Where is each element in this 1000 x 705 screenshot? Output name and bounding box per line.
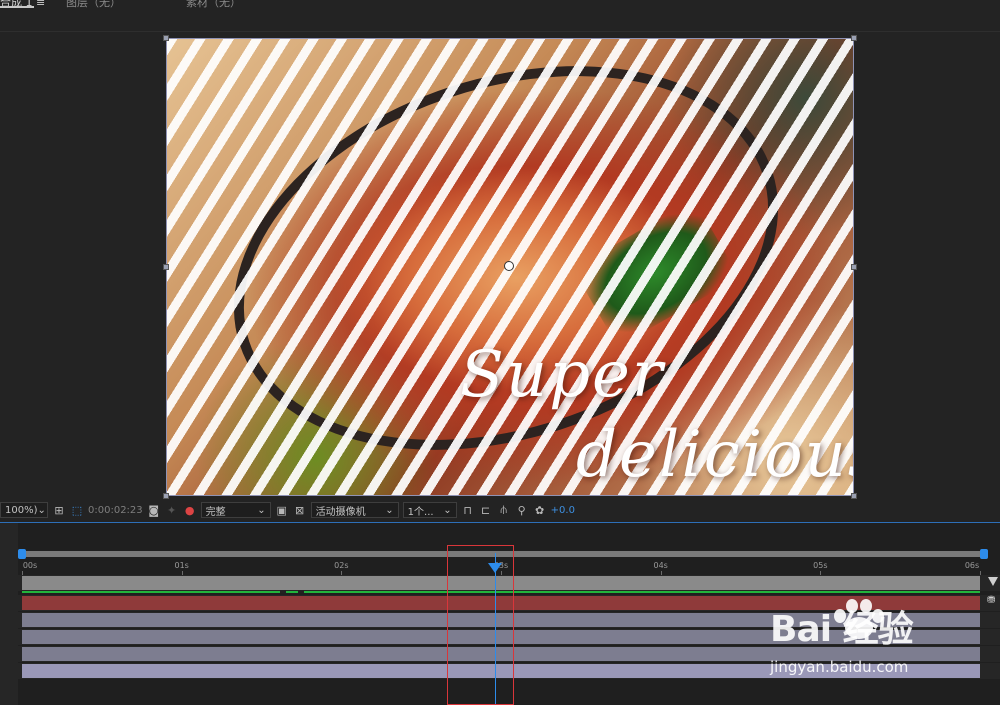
transform-handle-left[interactable] bbox=[163, 264, 169, 270]
chevron-down-icon: ⌄ bbox=[443, 504, 452, 516]
tab-layer[interactable]: 图层（无） bbox=[66, 0, 121, 10]
views-value: 1个... bbox=[407, 506, 434, 518]
work-area-start-handle[interactable] bbox=[18, 549, 26, 559]
panel-tab-strip: 合成 1 ≡ 图层（无） 素材（无） bbox=[0, 0, 1000, 22]
resolution-value: 完整 bbox=[205, 506, 226, 518]
ruler-tick-label: 04s bbox=[653, 561, 668, 570]
active-tab-indicator bbox=[0, 6, 34, 8]
views-select[interactable]: 1个... ⌄ bbox=[402, 502, 457, 518]
exposure-value[interactable]: +0.0 bbox=[551, 505, 575, 516]
ruler-tick-label: 01s bbox=[174, 561, 189, 570]
current-timecode[interactable]: 0:00:02:23 bbox=[88, 505, 143, 516]
keyframe-marker[interactable] bbox=[280, 590, 286, 593]
transform-handle-top-right[interactable] bbox=[851, 35, 857, 41]
reset-exposure-icon[interactable]: ✿ bbox=[533, 503, 547, 517]
timeline-icon[interactable]: ⊏ bbox=[479, 503, 493, 517]
composition-viewer[interactable]: Super delicious bbox=[0, 32, 1000, 499]
composition-frame[interactable]: Super delicious bbox=[166, 38, 854, 496]
text-layer-line-2[interactable]: delicious bbox=[576, 418, 854, 492]
camera-select[interactable]: 活动摄像机 ⌄ bbox=[310, 502, 399, 518]
ruler-tick-label: 02s bbox=[334, 561, 349, 570]
chevron-down-icon: ⌄ bbox=[37, 504, 46, 516]
tab-composition[interactable]: 合成 1 ≡ bbox=[0, 0, 45, 10]
text-layer-line-1[interactable]: Super bbox=[460, 338, 665, 412]
keyframe-marker[interactable] bbox=[298, 590, 304, 593]
flowchart-icon[interactable]: ⚲ bbox=[515, 503, 529, 517]
ruler-tick-label: 00s bbox=[22, 561, 38, 570]
toggle-transparency-icon[interactable]: ⊠ bbox=[293, 503, 307, 517]
chevron-down-icon: ⌄ bbox=[257, 504, 266, 516]
zoom-select[interactable]: 100%) ⌄ bbox=[0, 502, 48, 518]
transparency-grid-icon[interactable]: ⬚ bbox=[70, 503, 84, 517]
viewer-toolbar: 100%) ⌄ ⊞ ⬚ 0:00:02:23 ◙ ✦ ● 完整 ⌄ ▣ ⊠ 活动… bbox=[0, 499, 1000, 521]
show-snapshot-icon[interactable]: ✦ bbox=[165, 503, 179, 517]
resolution-select[interactable]: 完整 ⌄ bbox=[200, 502, 271, 518]
zoom-value: 100%) bbox=[5, 504, 38, 516]
comp-flowchart-icon[interactable]: ⫛ bbox=[497, 503, 511, 517]
tab-footage[interactable]: 素材（无） bbox=[186, 0, 241, 10]
work-area-end-handle[interactable] bbox=[980, 549, 988, 559]
ruler-tick-label: 06s bbox=[964, 561, 980, 570]
camera-value: 活动摄像机 bbox=[315, 506, 366, 518]
color-channels-icon[interactable]: ● bbox=[183, 503, 197, 517]
chevron-down-icon: ⌄ bbox=[385, 504, 394, 516]
annotation-highlight-box bbox=[447, 545, 514, 705]
watermark-url: jingyan.baidu.com bbox=[770, 658, 909, 676]
pixel-aspect-icon[interactable]: ⊓ bbox=[461, 503, 475, 517]
comp-end-marker[interactable] bbox=[988, 577, 998, 586]
ruler-tick-label: 05s bbox=[813, 561, 828, 570]
transform-handle-top-left[interactable] bbox=[163, 35, 169, 41]
anchor-point-handle[interactable] bbox=[504, 261, 514, 271]
camera-snapshot-icon[interactable]: ◙ bbox=[147, 503, 161, 517]
baidu-watermark: Bai 经验 jingyan.baidu.com bbox=[770, 599, 1000, 680]
region-of-interest-icon[interactable]: ⊞ bbox=[52, 503, 66, 517]
fast-preview-icon[interactable]: ▣ bbox=[275, 503, 289, 517]
paw-icon bbox=[834, 599, 884, 639]
transform-handle-right[interactable] bbox=[851, 264, 857, 270]
